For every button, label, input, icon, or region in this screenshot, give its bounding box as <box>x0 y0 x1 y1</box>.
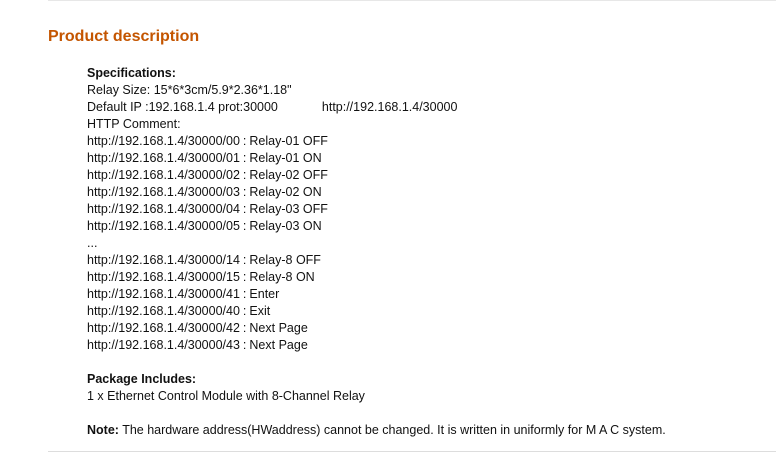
command-list-a: http://192.168.1.4/30000/00: Relay-01 OFF… <box>87 133 757 235</box>
command-action: Exit <box>249 304 271 318</box>
command-url: http://192.168.1.4/30000/43 <box>87 338 240 352</box>
command-row: http://192.168.1.4/30000/05: Relay-03 ON <box>87 218 757 235</box>
command-action: Relay-03 OFF <box>249 202 328 216</box>
product-description-body: Specifications: Relay Size: 15*6*3cm/5.9… <box>87 65 757 439</box>
command-separator: : <box>242 151 247 165</box>
package-heading: Package Includes: <box>87 372 197 386</box>
command-row: http://192.168.1.4/30000/00: Relay-01 OFF <box>87 133 757 150</box>
command-url: http://192.168.1.4/30000/05 <box>87 219 240 233</box>
note-text: The hardware address(HWaddress) cannot b… <box>122 423 666 437</box>
command-action: Relay-02 ON <box>249 185 322 199</box>
bottom-divider <box>48 451 776 452</box>
default-ip-line: Default IP :192.168.1.4 prot:30000 http:/… <box>87 99 757 116</box>
command-url: http://192.168.1.4/30000/00 <box>87 134 240 148</box>
command-action: Enter <box>249 287 280 301</box>
command-action: Relay-03 ON <box>249 219 322 233</box>
command-separator: : <box>242 253 247 267</box>
command-row: http://192.168.1.4/30000/03: Relay-02 ON <box>87 184 757 201</box>
command-row: http://192.168.1.4/30000/02: Relay-02 OFF <box>87 167 757 184</box>
command-action: Relay-8 ON <box>249 270 315 284</box>
command-row: http://192.168.1.4/30000/40: Exit <box>87 303 757 320</box>
command-separator: : <box>242 321 247 335</box>
command-row: http://192.168.1.4/30000/15: Relay-8 ON <box>87 269 757 286</box>
section-title: Product description <box>48 28 200 45</box>
command-row: http://192.168.1.4/30000/41: Enter <box>87 286 757 303</box>
command-url: http://192.168.1.4/30000/15 <box>87 270 240 284</box>
command-row: http://192.168.1.4/30000/01: Relay-01 ON <box>87 150 757 167</box>
command-url: http://192.168.1.4/30000/40 <box>87 304 240 318</box>
command-action: Relay-01 OFF <box>249 134 328 148</box>
command-separator: : <box>242 219 247 233</box>
command-url: http://192.168.1.4/30000/14 <box>87 253 240 267</box>
note-label: Note: <box>87 423 119 437</box>
command-row: http://192.168.1.4/30000/42: Next Page <box>87 320 757 337</box>
command-separator: : <box>242 338 247 352</box>
default-ip-url: http://192.168.1.4/30000 <box>321 100 458 114</box>
note-line: Note: The hardware address(HWaddress) ca… <box>87 422 757 439</box>
command-row: http://192.168.1.4/30000/43: Next Page <box>87 337 757 354</box>
command-url: http://192.168.1.4/30000/03 <box>87 185 240 199</box>
command-url: http://192.168.1.4/30000/01 <box>87 151 240 165</box>
command-url: http://192.168.1.4/30000/41 <box>87 287 240 301</box>
command-action: Next Page <box>249 338 308 352</box>
command-list-b: http://192.168.1.4/30000/14: Relay-8 OFF h… <box>87 252 757 354</box>
ellipsis-text: ... <box>87 236 98 250</box>
command-separator: : <box>242 304 247 318</box>
command-action: Next Page <box>249 321 308 335</box>
command-separator: : <box>242 168 247 182</box>
command-separator: : <box>242 134 247 148</box>
command-row: http://192.168.1.4/30000/04: Relay-03 OFF <box>87 201 757 218</box>
command-separator: : <box>242 185 247 199</box>
specifications-heading: Specifications: <box>87 66 176 80</box>
relay-size-text: Relay Size: 15*6*3cm/5.9*2.36*1.18" <box>87 83 292 97</box>
command-url: http://192.168.1.4/30000/04 <box>87 202 240 216</box>
default-ip-label: Default IP :192.168.1.4 prot:30000 <box>87 100 278 114</box>
command-row: http://192.168.1.4/30000/14: Relay-8 OFF <box>87 252 757 269</box>
command-separator: : <box>242 270 247 284</box>
package-item: 1 x Ethernet Control Module with 8-Chann… <box>87 389 365 403</box>
command-url: http://192.168.1.4/30000/42 <box>87 321 240 335</box>
command-action: Relay-02 OFF <box>249 168 328 182</box>
http-comment-label: HTTP Comment: <box>87 117 181 131</box>
command-action: Relay-8 OFF <box>249 253 321 267</box>
command-action: Relay-01 ON <box>249 151 322 165</box>
command-separator: : <box>242 202 247 216</box>
command-url: http://192.168.1.4/30000/02 <box>87 168 240 182</box>
command-separator: : <box>242 287 247 301</box>
top-divider <box>48 0 776 1</box>
